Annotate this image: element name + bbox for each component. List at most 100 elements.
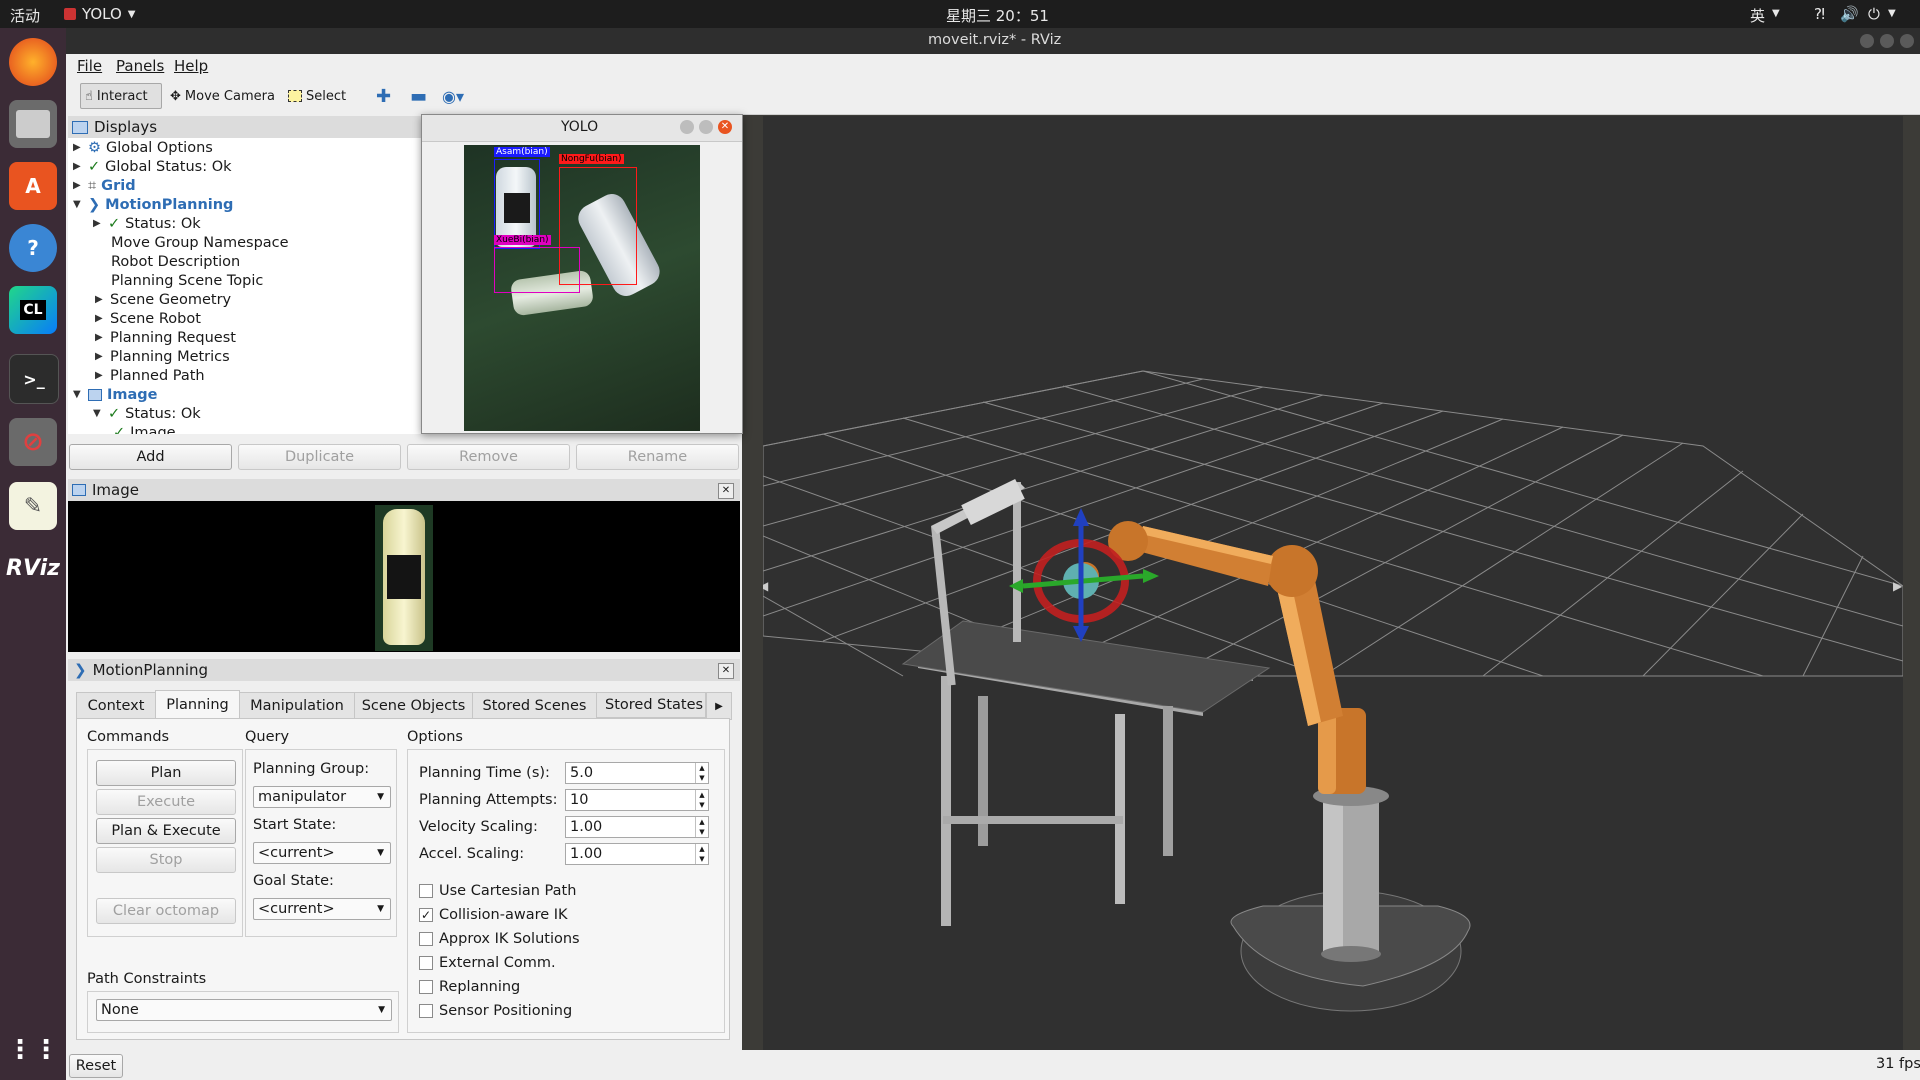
sensor-positioning-checkbox[interactable]: Sensor Positioning [419, 1003, 572, 1019]
select-label: Select [306, 88, 347, 104]
goal-state-select[interactable]: <current> ▼ [253, 898, 391, 920]
planning-group-select[interactable]: manipulator ▼ [253, 786, 391, 808]
tree-item-image[interactable]: ▼ Image [73, 385, 158, 404]
tree-item-planning-scene-topic[interactable]: Planning Scene Topic [111, 271, 263, 290]
power-icon[interactable]: ⏻ [1868, 5, 1880, 23]
menu-help[interactable]: Help [174, 57, 208, 75]
volume-icon[interactable]: 🔊 [1840, 5, 1859, 23]
collision-aware-ik-checkbox[interactable]: ✓ Collision-aware IK [419, 907, 568, 923]
software-center-icon[interactable]: A [9, 162, 57, 210]
monitor-icon [72, 120, 88, 134]
external-comm-checkbox[interactable]: External Comm. [419, 955, 556, 971]
spin-arrows-icon[interactable]: ▲ ▼ [695, 790, 708, 810]
spin-arrows-icon[interactable]: ▲ ▼ [695, 817, 708, 837]
left-collapse-arrow-icon: ◀ [763, 579, 769, 593]
planning-attempts-input[interactable]: 10 ▲ ▼ [565, 789, 709, 811]
close-icon[interactable] [1900, 34, 1914, 48]
tree-item-status[interactable]: ▶ ✓ Status: Ok [93, 214, 201, 233]
accel-scaling-input[interactable]: 1.00 ▲ ▼ [565, 843, 709, 865]
tree-label: Planning Request [110, 329, 236, 346]
tab-stored-states[interactable]: Stored States [596, 692, 706, 718]
checkbox-box [419, 1004, 433, 1018]
spin-arrows-icon[interactable]: ▲ ▼ [695, 763, 708, 783]
clion-icon[interactable]: CL [9, 286, 57, 334]
tab-scroll-right-icon[interactable]: ▶ [706, 692, 732, 720]
close-panel-icon[interactable]: ✕ [718, 663, 734, 679]
tree-item-grid[interactable]: ▶ ⌗ Grid [73, 176, 136, 195]
app-menu[interactable]: YOLO ▼ [64, 5, 135, 23]
close-icon[interactable]: ✕ [718, 120, 732, 134]
checkbox-box [419, 884, 433, 898]
tree-item-planning-metrics[interactable]: ▶ Planning Metrics [95, 347, 230, 366]
files-icon[interactable] [9, 100, 57, 148]
tree-item-planned-path[interactable]: ▶ Planned Path [95, 366, 205, 385]
tree-item-move-group-namespace[interactable]: Move Group Namespace [111, 233, 289, 252]
tab-stored-scenes[interactable]: Stored Scenes [472, 692, 597, 720]
add-display-button[interactable]: Add [69, 444, 232, 470]
tab-scene-objects[interactable]: Scene Objects [354, 692, 473, 720]
velocity-scaling-input[interactable]: 1.00 ▲ ▼ [565, 816, 709, 838]
plan-execute-button[interactable]: Plan & Execute [96, 818, 236, 844]
clock[interactable]: 星期三 20：51 [946, 5, 1049, 26]
terminal-icon[interactable]: >_ [9, 354, 59, 404]
path-constraints-select[interactable]: None ▼ [96, 999, 392, 1021]
remove-display-button[interactable]: Remove [407, 444, 570, 470]
use-cartesian-path-checkbox[interactable]: Use Cartesian Path [419, 883, 576, 899]
tree-item-robot-description[interactable]: Robot Description [111, 252, 240, 271]
select-tool[interactable]: Select [288, 83, 346, 109]
tree-item-scene-robot[interactable]: ▶ Scene Robot [95, 309, 201, 328]
duplicate-display-button[interactable]: Duplicate [238, 444, 401, 470]
tab-manipulation[interactable]: Manipulation [239, 692, 355, 720]
view-icon[interactable]: ◉▾ [442, 83, 464, 109]
app-icon [64, 8, 76, 20]
stop-button[interactable]: Stop [96, 847, 236, 873]
move-camera-tool[interactable]: ✥ Move Camera [170, 83, 275, 109]
tree-item-image-status[interactable]: ▼ ✓ Status: Ok [93, 404, 201, 423]
app-grid-icon[interactable]: ⋮⋮ [7, 1026, 59, 1074]
displays-tree[interactable]: ▶ ⚙ Global Options ▶ ✓ Global Status: Ok ▶ ⌗ G… [68, 138, 424, 434]
minimize-icon[interactable] [1860, 34, 1874, 48]
activities-button[interactable]: 活动 [10, 5, 40, 26]
maximize-icon[interactable] [699, 120, 713, 134]
menu-panels[interactable]: Panels [116, 57, 164, 75]
tree-item-image-sub[interactable]: ✓ Image [113, 423, 176, 435]
tab-context[interactable]: Context [76, 692, 156, 720]
approx-ik-checkbox[interactable]: Approx IK Solutions [419, 931, 580, 947]
yolo-title-bar[interactable]: YOLO ✕ [422, 115, 742, 142]
rename-display-button[interactable]: Rename [576, 444, 739, 470]
plan-button[interactable]: Plan [96, 760, 236, 786]
remove-tool-icon[interactable]: ▬ [410, 83, 427, 109]
tab-planning[interactable]: Planning [155, 690, 240, 720]
spin-arrows-icon[interactable]: ▲ ▼ [695, 844, 708, 864]
text-editor-icon[interactable]: ✎ [9, 482, 57, 530]
tree-label: Planning Metrics [110, 348, 230, 365]
clear-octomap-button[interactable]: Clear octomap [96, 898, 236, 924]
input-method-indicator[interactable]: 英 [1750, 5, 1765, 26]
tree-item-motionplanning[interactable]: ▼ ❯ MotionPlanning [73, 195, 233, 214]
start-state-select[interactable]: <current> ▼ [253, 842, 391, 864]
add-tool-icon[interactable]: ✚ [376, 83, 391, 109]
yolo-window[interactable]: YOLO ✕ Asam(bian) NongFu(bian) XueBi(bia… [421, 114, 743, 434]
tree-item-global-status[interactable]: ▶ ✓ Global Status: Ok [73, 157, 232, 176]
tree-item-global-options[interactable]: ▶ ⚙ Global Options [73, 138, 213, 157]
firefox-icon[interactable] [9, 38, 57, 86]
interact-tool[interactable]: ☝ Interact [80, 83, 162, 109]
rviz-icon[interactable]: RViz [6, 544, 60, 592]
dock: A ? CL >_ ⊘ ✎ RViz ⋮⋮ [0, 28, 66, 1080]
network-icon[interactable]: ⁈ [1814, 5, 1825, 23]
menu-file[interactable]: File [77, 57, 102, 75]
select-box-icon [288, 90, 302, 102]
maximize-icon[interactable] [1880, 34, 1894, 48]
reset-button[interactable]: Reset [69, 1054, 123, 1078]
help-icon[interactable]: ? [9, 224, 57, 272]
blocked-icon[interactable]: ⊘ [9, 418, 57, 466]
3d-viewport[interactable]: ◀ ▶ [759, 116, 1904, 1050]
execute-button[interactable]: Execute [96, 789, 236, 815]
close-panel-icon[interactable]: ✕ [718, 483, 734, 499]
minimize-icon[interactable] [680, 120, 694, 134]
replanning-checkbox[interactable]: Replanning [419, 979, 520, 995]
planning-time-input[interactable]: 5.0 ▲ ▼ [565, 762, 709, 784]
tree-item-scene-geometry[interactable]: ▶ Scene Geometry [95, 290, 231, 309]
checkbox-label: Use Cartesian Path [439, 883, 577, 899]
tree-item-planning-request[interactable]: ▶ Planning Request [95, 328, 236, 347]
